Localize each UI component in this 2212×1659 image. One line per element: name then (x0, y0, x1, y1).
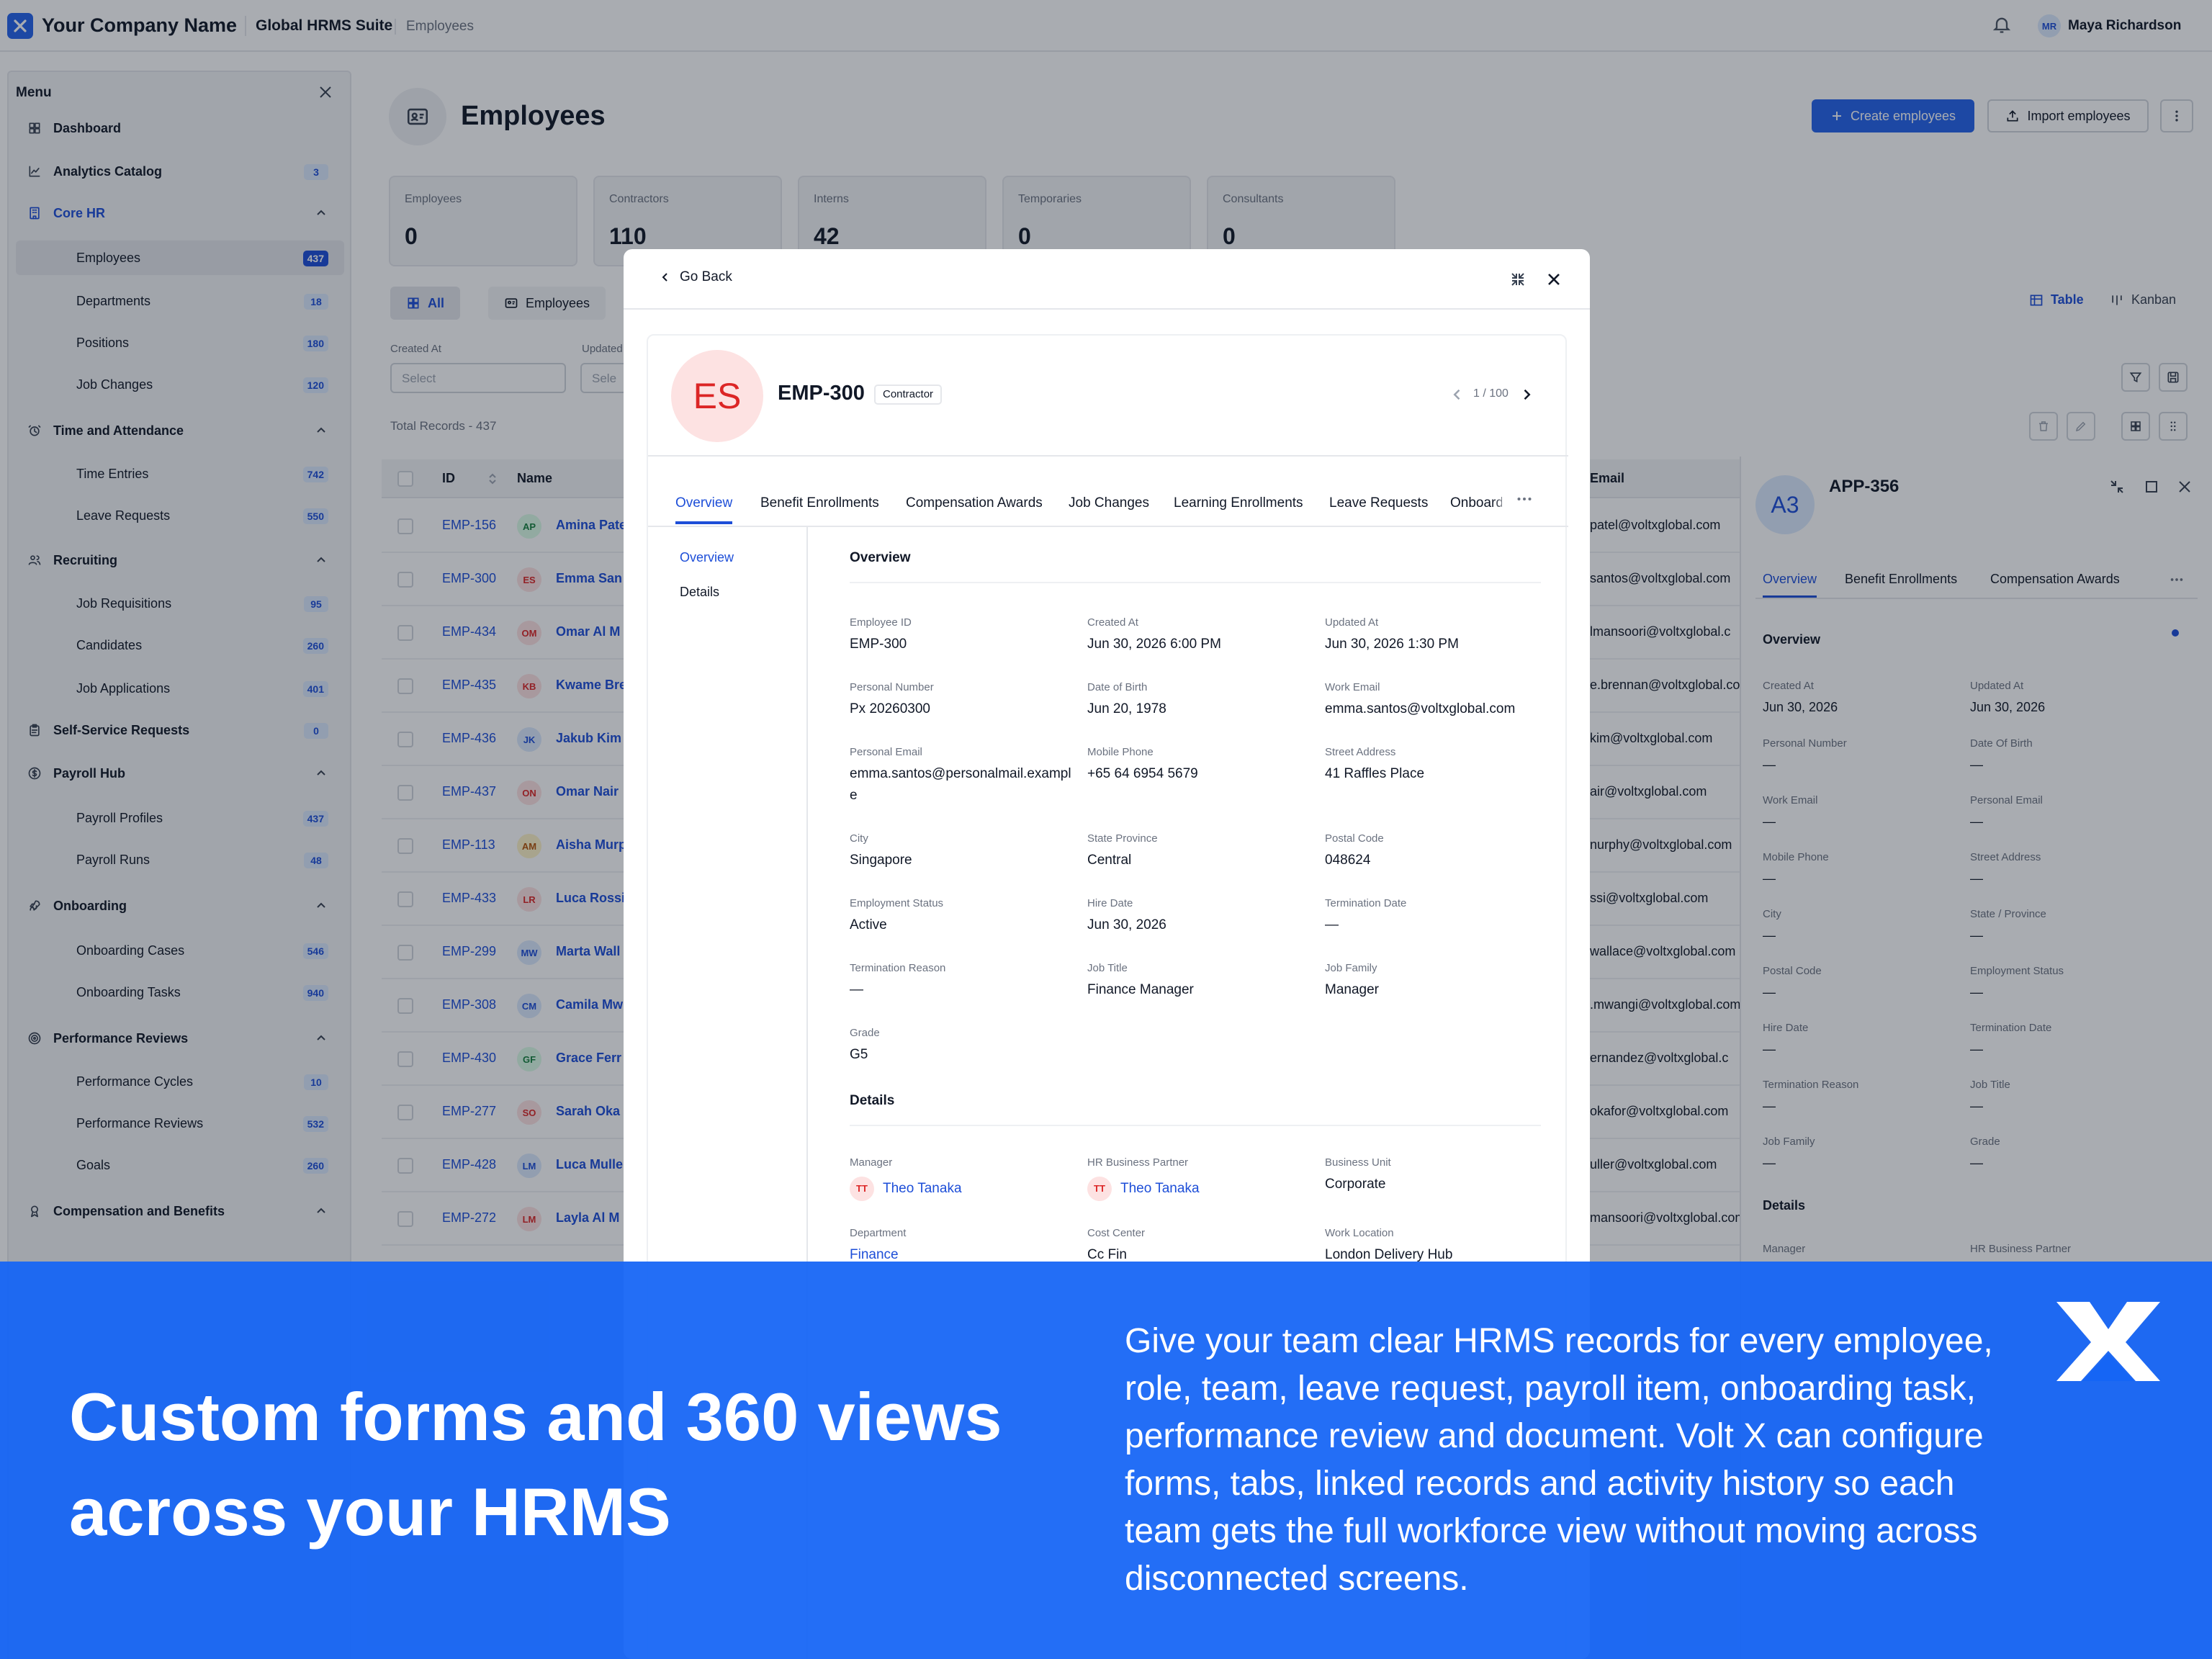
tab-fade (1492, 480, 1514, 520)
field-value-employee-id: EMP-300 (850, 637, 907, 652)
field-value-postal-code: 048624 (1325, 853, 1371, 868)
field-label-job-title: Job Title (1087, 962, 1128, 974)
field-value-state-province: Central (1087, 853, 1132, 868)
divider (850, 1125, 1541, 1126)
record-title: EMP-300 (778, 382, 865, 405)
field-value-hire-date: Jun 30, 2026 (1087, 917, 1166, 932)
volt-x-logo-icon (2056, 1302, 2160, 1381)
field-value-mobile-phone: +65 64 6954 5679 (1087, 766, 1198, 781)
person-avatar: TT (850, 1177, 874, 1201)
record-avatar: ES (671, 350, 763, 442)
field-label-manager: Manager (850, 1156, 893, 1169)
field-label-business-unit: Business Unit (1325, 1156, 1391, 1169)
field-value-date-of-birth: Jun 20, 1978 (1087, 701, 1166, 716)
section-title-overview: Overview (850, 550, 911, 565)
field-label-work-email: Work Email (1325, 681, 1380, 693)
field-value-job-title: Finance Manager (1087, 982, 1194, 997)
field-label-termination-date: Termination Date (1325, 897, 1407, 909)
field-label-grade: Grade (850, 1027, 880, 1039)
field-value-personal-email: emma.santos@personalmail.example (850, 766, 1071, 803)
promo-banner: Custom forms and 360 views across your H… (0, 1262, 2212, 1659)
field-value-work-email: emma.santos@voltxglobal.com (1325, 701, 1516, 716)
field-value-updated-at: Jun 30, 2026 1:30 PM (1325, 637, 1459, 652)
chevron-left-icon[interactable] (1450, 387, 1465, 402)
field-value-manager[interactable]: TT Theo Tanaka (850, 1177, 962, 1201)
promo-headline: Custom forms and 360 views across your H… (69, 1379, 1002, 1550)
status-badge: Contractor (874, 385, 943, 405)
chevron-left-icon (660, 271, 671, 283)
field-label-hr-business-partner: HR Business Partner (1087, 1156, 1189, 1169)
field-label-postal-code: Postal Code (1325, 832, 1384, 845)
more-horizontal-icon[interactable] (1514, 488, 1535, 510)
field-value-termination-date: — (1325, 917, 1339, 932)
field-value-personal-number: Px 20260300 (850, 701, 930, 716)
tab-leave-requests[interactable]: Leave Requests (1329, 495, 1428, 521)
field-value-employment-status: Active (850, 917, 887, 932)
person-link[interactable]: Finance (850, 1247, 899, 1262)
person-link[interactable]: Theo Tanaka (883, 1181, 962, 1196)
go-back-button[interactable]: Go Back (660, 269, 732, 285)
field-value-hr-business-partner[interactable]: TT Theo Tanaka (1087, 1177, 1200, 1201)
divider (648, 526, 1568, 527)
divider (648, 455, 1568, 457)
pager: 1 / 100 (1473, 387, 1509, 400)
section-nav-details[interactable]: Details (680, 585, 719, 600)
field-label-termination-reason: Termination Reason (850, 962, 946, 974)
field-label-job-family: Job Family (1325, 962, 1377, 974)
field-value-grade: G5 (850, 1047, 868, 1062)
field-label-created-at: Created At (1087, 616, 1138, 629)
tab-benefit-enrollments[interactable]: Benefit Enrollments (760, 495, 879, 521)
promo-body: Give your team clear HRMS records for ev… (1125, 1322, 1993, 1598)
divider (850, 582, 1541, 583)
person-link: Corporate (1325, 1177, 1386, 1192)
modal-header: Go Back (624, 249, 1590, 310)
person-avatar: TT (1087, 1177, 1112, 1201)
tab-job-changes[interactable]: Job Changes (1069, 495, 1149, 521)
field-label-city: City (850, 832, 868, 845)
field-label-street-address: Street Address (1325, 746, 1396, 758)
field-label-updated-at: Updated At (1325, 616, 1379, 629)
field-label-date-of-birth: Date of Birth (1087, 681, 1148, 693)
field-label-cost-center: Cost Center (1087, 1227, 1146, 1239)
field-label-hire-date: Hire Date (1087, 897, 1133, 909)
collapse-icon[interactable] (1509, 271, 1527, 288)
person-link[interactable]: Theo Tanaka (1120, 1181, 1200, 1196)
field-label-mobile-phone: Mobile Phone (1087, 746, 1154, 758)
field-label-employee-id: Employee ID (850, 616, 912, 629)
close-icon[interactable] (1544, 269, 1564, 289)
field-label-state-province: State Province (1087, 832, 1158, 845)
field-value-job-family: Manager (1325, 982, 1379, 997)
tab-compensation-awards[interactable]: Compensation Awards (906, 495, 1043, 521)
field-label-personal-email: Personal Email (850, 746, 922, 758)
person-link: London Delivery Hub (1325, 1247, 1453, 1262)
field-value-city: Singapore (850, 853, 912, 868)
field-label-employment-status: Employment Status (850, 897, 944, 909)
field-value-termination-reason: — (850, 982, 863, 997)
tab-overview[interactable]: Overview (675, 495, 733, 524)
field-label-work-location: Work Location (1325, 1227, 1394, 1239)
field-label-department: Department (850, 1227, 907, 1239)
section-title-details: Details (850, 1093, 895, 1108)
field-value-business-unit: Corporate (1325, 1174, 1386, 1195)
chevron-right-icon[interactable] (1519, 387, 1534, 402)
field-value-street-address: 41 Raffles Place (1325, 766, 1425, 781)
go-back-label: Go Back (680, 269, 732, 284)
person-link: Cc Fin (1087, 1247, 1127, 1262)
section-nav-overview[interactable]: Overview (680, 550, 734, 565)
tab-learning-enrollments[interactable]: Learning Enrollments (1174, 495, 1303, 521)
field-label-personal-number: Personal Number (850, 681, 934, 693)
field-value-created-at: Jun 30, 2026 6:00 PM (1087, 637, 1221, 652)
